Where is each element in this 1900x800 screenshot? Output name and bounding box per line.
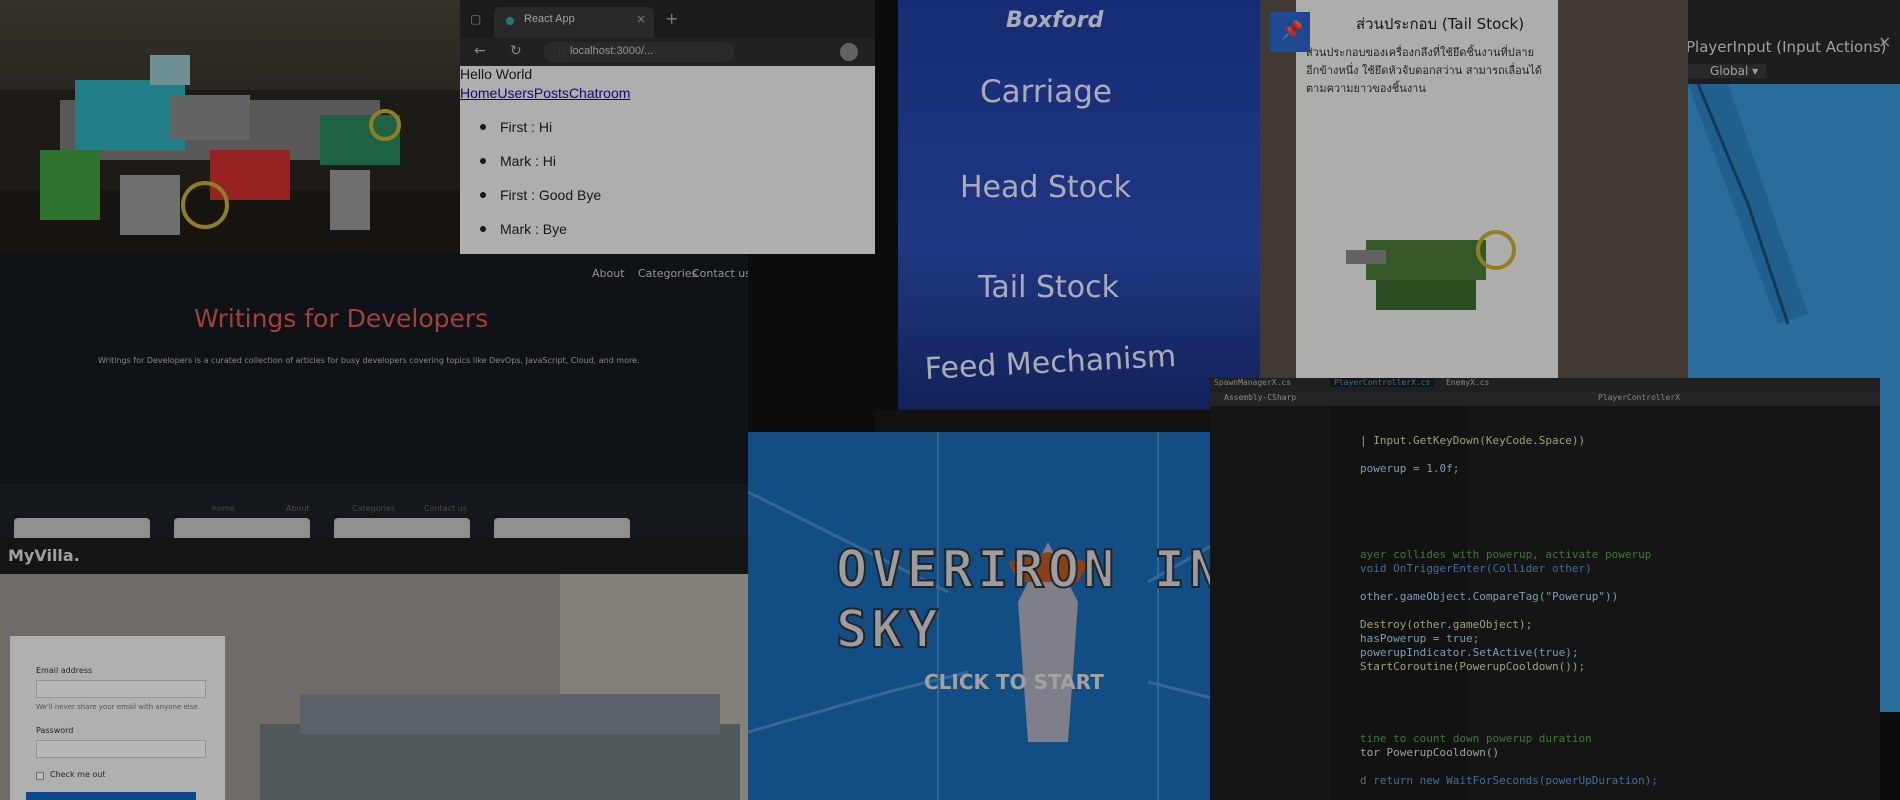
info-card: ส่วนประกอบ (Tail Stock) ส่วนประกอบของเคร… xyxy=(1296,0,1558,380)
subnav-home[interactable]: home xyxy=(212,504,235,513)
email-field[interactable] xyxy=(36,680,206,698)
tab-playercontroller[interactable]: PlayerControllerX.cs xyxy=(1330,378,1435,387)
article-card[interactable] xyxy=(494,518,630,538)
info-icon[interactable]: ⓘ xyxy=(554,44,565,60)
browser-tab[interactable]: React App × xyxy=(494,7,654,38)
card-body: ส่วนประกอบของเครื่องกลึงที่ใช้ยึดชิ้นงาน… xyxy=(1306,46,1542,95)
subnav-about[interactable]: About xyxy=(286,504,310,513)
url-text: localhost:3000/... xyxy=(570,45,654,57)
nav-link-posts[interactable]: Posts xyxy=(534,85,569,101)
code-line: Destroy(other.gameObject); xyxy=(1360,618,1533,631)
new-tab-icon[interactable]: + xyxy=(665,9,678,28)
submit-button[interactable] xyxy=(26,792,196,800)
back-icon[interactable]: ← xyxy=(474,43,486,59)
pin-icon[interactable]: 📌 xyxy=(1270,12,1310,52)
code-editor: SpawnManagerX.cs PlayerControllerX.cs En… xyxy=(1210,378,1880,800)
tab-title: React App xyxy=(524,13,575,25)
code-line: powerup = 1.0f; xyxy=(1360,462,1460,475)
villa-navbar: MyVilla. xyxy=(0,538,775,574)
editor-tabs: SpawnManagerX.cs PlayerControllerX.cs En… xyxy=(1210,378,1880,392)
tailstock-model xyxy=(1346,230,1516,310)
hello-heading: Hello World xyxy=(460,66,533,82)
code-line: ayer collides with powerup, activate pow… xyxy=(1360,548,1652,561)
tab-actions-icon[interactable]: ▢ xyxy=(470,12,481,26)
react-page: Hello World HomeUsersPostsChatroom First… xyxy=(460,66,875,254)
code-line: | Input.GetKeyDown(KeyCode.Space)) xyxy=(1360,434,1586,447)
code-line: powerupIndicator.SetActive(true); xyxy=(1360,646,1579,659)
nav-categories[interactable]: Categories xyxy=(638,267,697,280)
code-line: void OnTriggerEnter(Collider other) xyxy=(1360,562,1592,575)
nav-about[interactable]: About xyxy=(592,267,625,280)
card-heading: ส่วนประกอบ (Tail Stock) xyxy=(1356,15,1525,33)
class-dropdown[interactable]: PlayerControllerX xyxy=(1598,393,1680,402)
menu-item-head-stock[interactable]: Head Stock xyxy=(960,170,1131,205)
editor-breadcrumb: Assembly-CSharp PlayerControllerX xyxy=(1210,392,1880,406)
site-title: Writings for Developers xyxy=(194,304,489,333)
subnav-contact[interactable]: Contact us xyxy=(424,504,467,513)
browser-titlebar: React App × ▢ + xyxy=(460,0,875,38)
tab-spawnmanager[interactable]: SpawnManagerX.cs xyxy=(1214,378,1291,387)
nav-link-chatroom[interactable]: Chatroom xyxy=(569,85,630,101)
code-line: other.gameObject.CompareTag("Powerup")) xyxy=(1360,590,1619,603)
menu-item-feed-mechanism[interactable]: Feed Mechanism xyxy=(924,339,1177,387)
article-card[interactable] xyxy=(174,518,310,538)
lathe-3d-view xyxy=(0,0,460,254)
list-item: Mark : Hi xyxy=(480,150,601,184)
menu-item-carriage[interactable]: Carriage xyxy=(980,74,1112,110)
nav-contact[interactable]: Contact us xyxy=(692,267,748,280)
refresh-icon[interactable]: ↻ xyxy=(510,43,522,59)
ar-info-panel: ส่วนประกอบ (Tail Stock) ส่วนประกอบของเคร… xyxy=(1260,0,1688,380)
profile-avatar[interactable] xyxy=(840,43,858,61)
article-card[interactable] xyxy=(334,518,470,538)
lathe-model xyxy=(40,55,401,235)
global-dropdown[interactable]: Global ▾ xyxy=(1688,64,1767,78)
unity-toolbar-strip xyxy=(875,410,1210,432)
boxford-title: Boxford xyxy=(1006,8,1104,33)
email-label: Email address xyxy=(36,666,93,675)
message-list: First : Hi Mark : Hi First : Good Bye Ma… xyxy=(480,116,601,252)
list-item: First : Hi xyxy=(480,116,601,150)
code-line: hasPowerup = true; xyxy=(1360,632,1480,645)
tab-enemy[interactable]: EnemyX.cs xyxy=(1446,378,1489,387)
check-me-out-checkbox[interactable] xyxy=(36,772,44,780)
check-label: Check me out xyxy=(50,770,106,779)
site-description: Writings for Developers is a curated col… xyxy=(98,356,640,365)
code-line: StartCoroutine(PowerupCooldown()); xyxy=(1360,660,1586,673)
close-icon[interactable]: × xyxy=(1878,32,1891,51)
subnav-categories[interactable]: Categories xyxy=(352,504,395,513)
boxford-menu: Boxford Carriage Head Stock Tail Stock F… xyxy=(898,0,1260,410)
code-line: d return new WaitForSeconds(powerUpDurat… xyxy=(1360,774,1659,787)
click-to-start-button[interactable]: CLICK TO START xyxy=(924,670,1104,694)
nav-links: HomeUsersPostsChatroom xyxy=(460,85,630,101)
url-field[interactable]: ⓘ localhost:3000/... xyxy=(544,42,734,62)
react-app-browser: React App × ▢ + ← ↻ ⓘ localhost:3000/...… xyxy=(460,0,875,254)
code-line: tor PowerupCooldown() xyxy=(1360,746,1500,759)
panel-title: PlayerInput (Input Actions) xyxy=(1688,38,1887,56)
react-favicon-icon xyxy=(506,17,514,25)
password-label: Password xyxy=(36,726,74,735)
code-line: tine to count down powerup duration xyxy=(1360,732,1592,745)
nav-link-users[interactable]: Users xyxy=(497,85,534,101)
menu-item-tail-stock[interactable]: Tail Stock xyxy=(978,270,1119,305)
close-tab-icon[interactable]: × xyxy=(636,12,646,26)
list-item: Mark : Bye xyxy=(480,218,601,252)
list-item: First : Good Bye xyxy=(480,184,601,218)
email-help-text: We'll never share your email with anyone… xyxy=(36,703,200,711)
writings-site: About Categories Contact us Writings for… xyxy=(0,254,748,538)
password-field[interactable] xyxy=(36,740,206,758)
myvilla-site: MyVilla. Email address We'll never share… xyxy=(0,538,775,800)
nav-link-home[interactable]: Home xyxy=(460,85,497,101)
global-label: Global xyxy=(1710,64,1749,78)
login-form: Email address We'll never share your ema… xyxy=(10,636,225,800)
villa-brand[interactable]: MyVilla. xyxy=(8,546,80,565)
project-dropdown[interactable]: Assembly-CSharp xyxy=(1224,393,1296,402)
article-card[interactable] xyxy=(14,518,150,538)
